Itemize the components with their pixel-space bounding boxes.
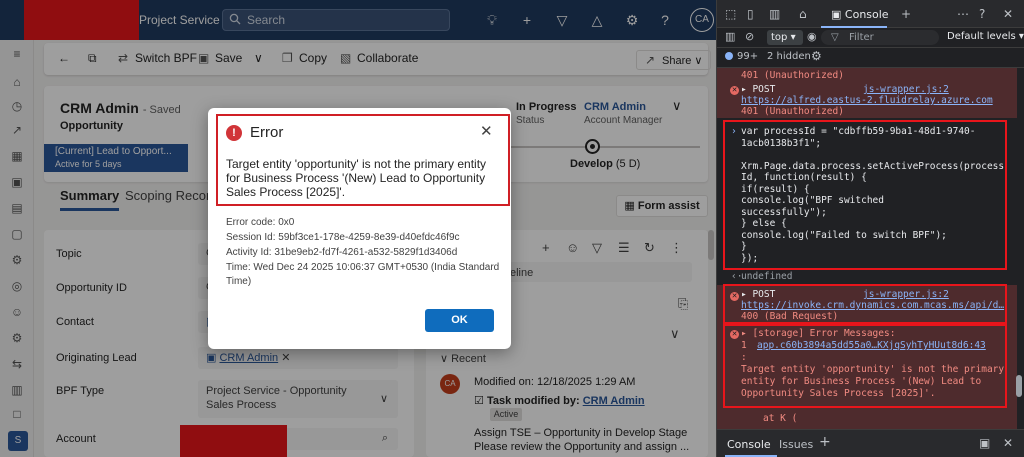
code-line: console.log("BPF switched	[741, 195, 884, 206]
log2-source[interactable]: js-wrapper.js:2	[863, 84, 949, 95]
log2-method[interactable]: ▸ POST	[741, 84, 775, 95]
clear-console-icon[interactable]: ⊘	[745, 30, 754, 43]
devtools-panel: ⬚ ▯ ▥ ⌂ ▣ Console + ⋯ ? ✕ ▥ ⊘ top ▾ ◉ ▽ F…	[716, 0, 1024, 457]
console-settings-icon[interactable]: ⚙	[811, 49, 822, 63]
devtools-toolbar: ⬚ ▯ ▥ ⌂ ▣ Console + ⋯ ? ✕	[717, 0, 1024, 28]
log4-stack: at K (	[763, 413, 798, 424]
drawer-tabs: Console Issues + ▣ ✕	[717, 429, 1024, 457]
context-select[interactable]: top ▾	[767, 30, 803, 45]
code-line: });	[741, 252, 759, 264]
error-activity-id: Activity Id: 31be9eb2-fd7f-4261-a532-582…	[226, 247, 458, 258]
issues-bar: 99+ 2 hidden ⚙	[717, 48, 1024, 68]
code-line: console.log("Failed to switch BPF");	[741, 229, 947, 241]
drawer-tab-console[interactable]: Console	[727, 438, 771, 451]
code-line: if(result) {	[741, 183, 810, 195]
code-line: } else {	[741, 218, 787, 229]
log2-url[interactable]: https://alfred.eastus-2.fluidrelay.azure…	[741, 95, 993, 106]
drawer-add-icon[interactable]: +	[819, 434, 831, 450]
log4-colon: :	[741, 352, 747, 363]
dynamics-app: Project Service Search 💡︎ + ▽ △ ⚙ ? CA ≡…	[0, 0, 716, 457]
close-icon[interactable]: ✕	[480, 122, 493, 140]
log4-head[interactable]: ▸ [storage] Error Messages:	[741, 328, 895, 339]
filter-icon: ▽	[831, 32, 839, 43]
log3-source[interactable]: js-wrapper.js:2	[863, 289, 949, 300]
welcome-home-icon[interactable]: ⌂	[799, 7, 807, 21]
tab-console[interactable]: ▣ Console	[821, 8, 889, 28]
error-icon: !	[226, 125, 242, 141]
code-line: }	[741, 241, 747, 252]
code-line: successfully");	[741, 206, 827, 218]
console-toolbar: ▥ ⊘ top ▾ ◉ ▽ Filter Default levels ▾	[717, 28, 1024, 48]
inspect-icon[interactable]: ⬚	[725, 7, 736, 21]
hidden-count[interactable]: 2 hidden	[767, 51, 811, 62]
error-time-cont: Time)	[226, 276, 252, 287]
error-time: Time: Wed Dec 24 2025 10:06:37 GMT+0530 …	[226, 262, 500, 273]
drawer-tab-issues[interactable]: Issues	[779, 438, 813, 451]
drawer-dock-icon[interactable]: ▣	[979, 436, 990, 450]
error-x-icon-3: ✕	[730, 330, 739, 339]
help-icon[interactable]: ?	[979, 7, 985, 21]
code-line: var processId = "cdbffb59-9ba1-48d1-9740…	[741, 126, 976, 137]
log3-url[interactable]: https://invoke.crm.dynamics.com.mcas.ms/…	[741, 300, 1004, 311]
log-levels-select[interactable]: Default levels ▾	[947, 31, 1024, 42]
device-icon[interactable]: ▯	[747, 7, 754, 21]
error-message: Target entity 'opportunity' is not the p…	[226, 157, 487, 199]
add-tab-icon[interactable]: +	[901, 7, 911, 21]
issue-count[interactable]: 99+	[737, 51, 758, 62]
close-devtools-icon[interactable]: ✕	[1003, 7, 1013, 21]
log4-source[interactable]: app.c60b3894a5dd55a0…KXjqSyhTyHUut8d6:43	[757, 340, 986, 351]
error-title: Error	[250, 124, 284, 141]
log1-status: 401 (Unauthorized)	[741, 70, 844, 81]
more-tools-icon[interactable]: ⋯	[957, 7, 969, 21]
code-line: Xrm.Page.data.process.setActiveProcess(p…	[741, 160, 1005, 172]
error-code: Error code: 0x0	[226, 217, 295, 228]
log3-status: 400 (Bad Request)	[741, 311, 839, 322]
ok-button[interactable]: OK	[425, 309, 494, 332]
filter-input[interactable]: ▽ Filter	[821, 30, 939, 45]
code-line: Id, function(result) {	[741, 172, 867, 183]
undefined-result: undefined	[741, 271, 793, 282]
error-x-icon-2: ✕	[730, 292, 739, 301]
log2-status: 401 (Unauthorized)	[741, 106, 844, 117]
sidebar-toggle-icon[interactable]: ▥	[725, 30, 735, 43]
input-prompt-icon: ›	[731, 126, 737, 137]
log4-msg-2: entity for Business Process '(New) Lead …	[741, 376, 982, 387]
log3-method[interactable]: ▸ POST	[741, 289, 775, 300]
console-icon: ▣	[831, 8, 842, 21]
log4-msg-1: Target entity 'opportunity' is not the p…	[741, 364, 1005, 375]
error-session-id: Session Id: 59bf3ce1-178e-4259-8e39-d40e…	[226, 232, 460, 243]
error-dialog: ! Error ✕ Target entity 'opportunity' is…	[208, 108, 511, 349]
error-x-icon: ✕	[730, 86, 739, 95]
code-line: 1acb0138b3f1";	[741, 137, 822, 149]
log4-index: 1	[741, 340, 747, 351]
eye-icon[interactable]: ◉	[807, 30, 817, 43]
console-scrollbar[interactable]	[1016, 375, 1022, 397]
issues-icon	[725, 52, 733, 60]
log4-msg-3: Opportunity Sales Process [2025]'.	[741, 388, 936, 399]
dock-icon[interactable]: ▥	[769, 7, 780, 21]
drawer-close-icon[interactable]: ✕	[1003, 436, 1013, 450]
